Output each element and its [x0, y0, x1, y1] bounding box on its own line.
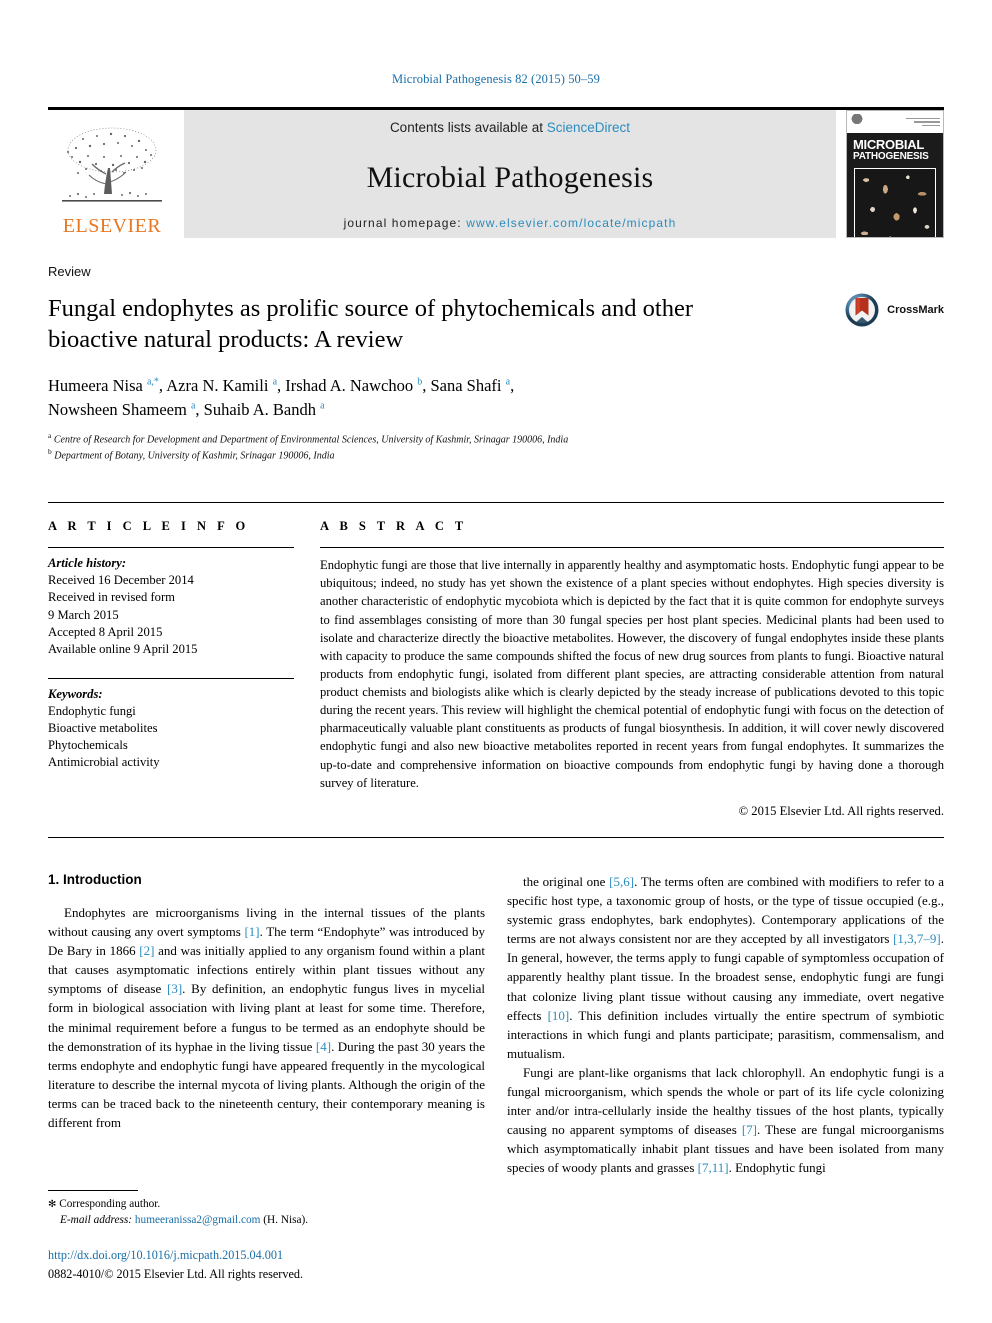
crossmark-badge[interactable]: CrossMark: [842, 290, 944, 330]
citation-ref[interactable]: [5,6]: [609, 874, 634, 889]
history-item: Received 16 December 2014: [48, 573, 194, 588]
issn-copyright-line: 0882-4010/© 2015 Elsevier Ltd. All right…: [48, 1266, 303, 1281]
doi-block: http://dx.doi.org/10.1016/j.micpath.2015…: [48, 1246, 488, 1283]
paragraph-left-1: Endophytes are microorganisms living in …: [48, 904, 486, 1131]
contents-prefix: Contents lists available at: [389, 120, 547, 135]
elsevier-tree-icon: [62, 127, 162, 202]
history-item: Accepted 8 April 2015: [48, 624, 163, 639]
author-list: Humeera Nisa a,*, Azra N. Kamili a, Irsh…: [48, 374, 808, 422]
cover-title-line2: PATHOGENESIS: [853, 150, 929, 162]
article-history-title: Article history:: [48, 556, 127, 571]
affiliation-b-text: Department of Botany, University of Kash…: [54, 450, 335, 462]
affiliation-a-text: Centre of Research for Development and D…: [53, 433, 569, 445]
sciencedirect-link[interactable]: ScienceDirect: [547, 120, 630, 135]
elsevier-wordmark: ELSEVIER: [62, 215, 162, 237]
info-abstract-block: A R T I C L E I N F O Article history: R…: [48, 502, 944, 819]
contents-available-line: Contents lists available at ScienceDirec…: [390, 120, 630, 135]
abstract-copyright: © 2015 Elsevier Ltd. All rights reserved…: [738, 803, 944, 818]
article-info-heading: A R T I C L E I N F O: [48, 519, 250, 534]
keyword-item: Bioactive metabolites: [48, 721, 158, 736]
keyword-item: Antimicrobial activity: [48, 755, 160, 770]
crossmark-label: CrossMark: [887, 304, 944, 316]
masthead-center: Contents lists available at ScienceDirec…: [184, 110, 836, 238]
asterisk-icon: ✻: [48, 1199, 57, 1211]
page-title: Fungal endophytes as prolific source of …: [48, 295, 693, 354]
history-item: Available online 9 April 2015: [48, 641, 198, 656]
cover-title: MICROBIAL PATHOGENESIS: [847, 133, 943, 166]
abstract-column: A B S T R A C T Endophytic fungi are tho…: [320, 519, 944, 819]
journal-homepage-line: journal homepage: www.elsevier.com/locat…: [344, 216, 677, 230]
affiliation-b: b Department of Botany, University of Ka…: [48, 447, 335, 462]
history-item: Received in revised form: [48, 590, 175, 605]
body-column-right: the original one [5,6]. The terms often …: [507, 872, 944, 1178]
article-info-column: A R T I C L E I N F O Article history: R…: [48, 519, 294, 819]
footnote-rule: [48, 1190, 138, 1192]
citation-ref[interactable]: [7,11]: [698, 1160, 729, 1175]
affiliation-a: a Centre of Research for Development and…: [48, 430, 569, 445]
cover-meta-lines: [906, 117, 940, 127]
homepage-prefix: journal homepage:: [343, 216, 467, 230]
keywords-title: Keywords:: [48, 686, 103, 701]
paragraph-right-2: Fungi are plant-like organisms that lack…: [507, 1064, 945, 1176]
citation-ref[interactable]: [3]: [167, 981, 182, 996]
citation-ref[interactable]: [1]: [244, 924, 259, 939]
paragraph-right-1: the original one [5,6]. The terms often …: [507, 873, 945, 1061]
citation-ref[interactable]: [1,3,7–9]: [893, 931, 941, 946]
section-heading-introduction: 1. Introduction: [48, 871, 142, 887]
citation-ref[interactable]: [10]: [548, 1008, 570, 1023]
article-header: Review Fungal endophytes as prolific sou…: [48, 264, 944, 464]
affiliations: a Centre of Research for Development and…: [48, 431, 944, 465]
elsevier-logo: ELSEVIER: [48, 110, 176, 238]
journal-cover-thumbnail: MICROBIAL PATHOGENESIS: [846, 110, 944, 238]
citation-ref[interactable]: [2]: [139, 943, 154, 958]
email-link[interactable]: humeeranissa2@gmail.com: [135, 1214, 261, 1226]
cover-micrograph-image: [854, 168, 936, 237]
citation-ref[interactable]: [7]: [742, 1122, 757, 1137]
cover-elsevier-mini-icon: [850, 114, 864, 130]
email-suffix: (H. Nisa).: [263, 1214, 309, 1227]
cover-title-line1: MICROBIAL: [853, 137, 924, 152]
corresponding-author-note: ✻ Corresponding author.: [48, 1196, 488, 1212]
journal-title: Microbial Pathogenesis: [366, 160, 654, 194]
history-item: 9 March 2015: [48, 607, 119, 622]
body-columns: 1. Introduction Endophytes are microorga…: [48, 872, 944, 1178]
article-type: Review: [48, 264, 91, 279]
article-history-group: Article history: Received 16 December 20…: [48, 548, 294, 658]
author-line-1: Humeera Nisa a,*, Azra N. Kamili a, Irsh…: [48, 375, 515, 395]
running-head: Microbial Pathogenesis 82 (2015) 50–59: [392, 72, 600, 86]
keyword-item: Phytochemicals: [48, 738, 128, 753]
corresponding-author-text: Corresponding author.: [59, 1198, 161, 1211]
email-label: E-mail address:: [60, 1214, 133, 1227]
body-column-left: 1. Introduction Endophytes are microorga…: [48, 872, 485, 1178]
keywords-group: Keywords: Endophytic fungi Bioactive met…: [48, 679, 294, 772]
keyword-item: Endophytic fungi: [48, 704, 136, 719]
doi-link[interactable]: http://dx.doi.org/10.1016/j.micpath.2015…: [48, 1246, 488, 1264]
abstract-bottom-rule: [48, 836, 944, 838]
crossmark-icon: [845, 293, 879, 327]
email-note: E-mail address: humeeranissa2@gmail.com …: [48, 1212, 488, 1228]
abstract-text: Endophytic fungi are those that live int…: [320, 558, 944, 790]
journal-masthead: ELSEVIER Contents lists available at Sci…: [48, 107, 944, 238]
cover-header-strip: [847, 111, 943, 133]
citation-ref[interactable]: [4]: [316, 1039, 331, 1054]
abstract-heading: A B S T R A C T: [320, 519, 468, 534]
footnote-area: ✻ Corresponding author. E-mail address: …: [48, 1190, 488, 1283]
journal-homepage-link[interactable]: www.elsevier.com/locate/micpath: [466, 216, 676, 230]
article-page: Microbial Pathogenesis 82 (2015) 50–59 E…: [0, 0, 992, 1323]
author-line-2: Nowsheen Shameem a, Suhaib A. Bandh a: [48, 399, 325, 419]
